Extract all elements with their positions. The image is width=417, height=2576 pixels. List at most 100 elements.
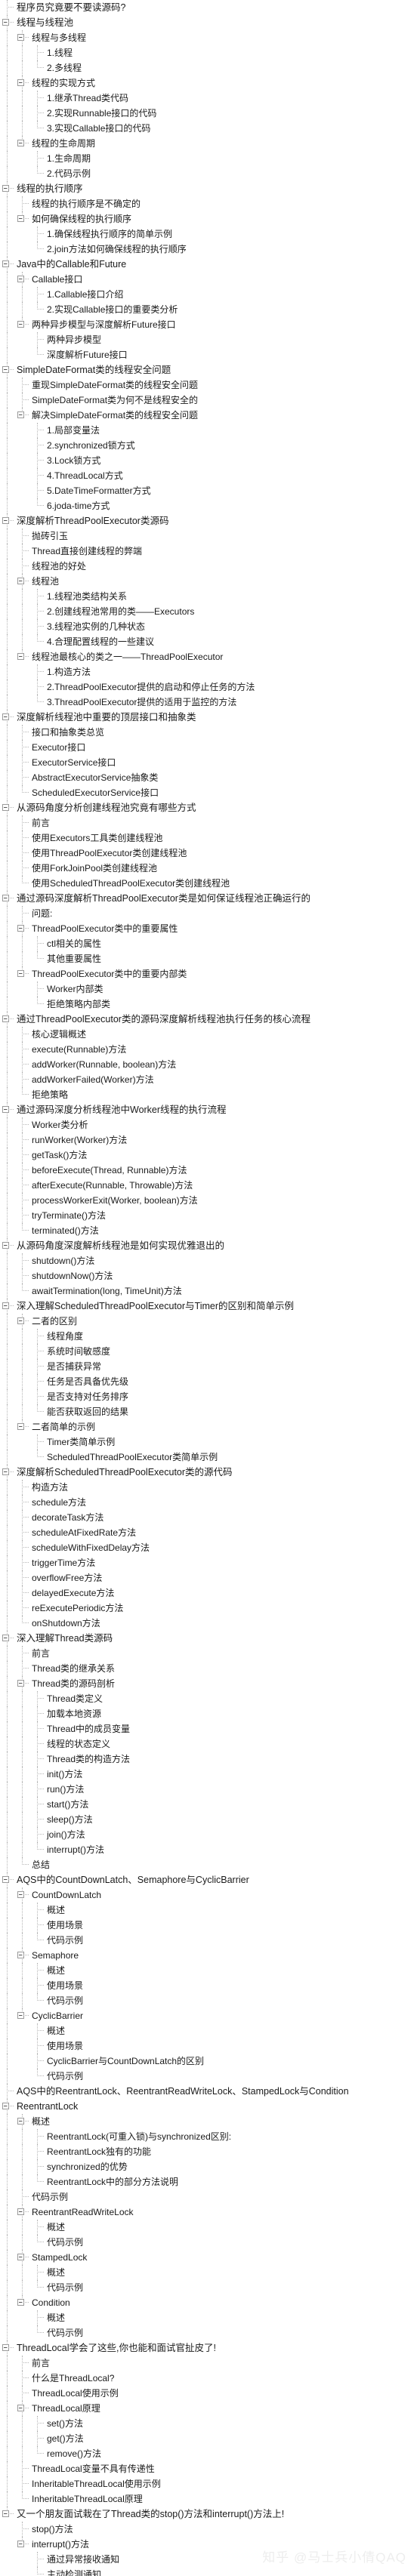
tree-node[interactable]: stop()方法 [0,2522,417,2537]
tree-node[interactable]: overflowFree方法 [0,1570,417,1585]
tree-node[interactable]: join()方法 [0,1827,417,1842]
tree-node[interactable]: processWorkerExit(Worker, boolean)方法 [0,1193,417,1208]
tree-node[interactable]: getTask()方法 [0,1148,417,1163]
tree-node[interactable]: 通过源码深度分析线程池中Worker线程的执行流程 [0,1102,417,1117]
collapse-minus-icon[interactable] [17,2541,24,2547]
tree-node[interactable]: ThreadPoolExecutor类中的重要属性 [0,921,417,936]
tree-node[interactable]: ThreadLocal学会了这些,你也能和面试官扯皮了! [0,2340,417,2356]
tree-node[interactable]: ThreadLocal变量不具有传递性 [0,2461,417,2476]
collapse-minus-icon[interactable] [17,321,24,328]
tree-node[interactable]: 解决SimpleDateFormat类的线程安全问题 [0,408,417,423]
tree-node[interactable]: 又一个朋友面试栽在了Thread类的stop()方法和interrupt()方法… [0,2507,417,2522]
tree-node[interactable]: 概述 [0,2220,417,2235]
collapse-minus-icon[interactable] [17,925,24,932]
tree-node[interactable]: 使用ThreadPoolExecutor类创建线程池 [0,846,417,861]
tree-node[interactable]: 能否获取返回的结果 [0,1404,417,1419]
tree-node[interactable]: 2.synchronized锁方式 [0,438,417,453]
tree-node[interactable]: 线程的生命周期 [0,136,417,151]
tree-node[interactable]: 概述 [0,2023,417,2038]
tree-node[interactable]: 2.创建线程池常用的类——Executors [0,604,417,619]
collapse-minus-icon[interactable] [17,276,24,282]
collapse-minus-icon[interactable] [2,1468,9,1475]
tree-node[interactable]: Semaphore [0,1948,417,1963]
tree-node[interactable]: 1.线程 [0,45,417,60]
tree-node[interactable]: ReentrantReadWriteLock [0,2205,417,2220]
tree-node[interactable]: 从源码角度深度解析线程池是如何实现优雅退出的 [0,1238,417,1253]
tree-node[interactable]: shutdownNow()方法 [0,1268,417,1283]
tree-node[interactable]: 二者简单的示例 [0,1419,417,1434]
tree-node[interactable]: 1.局部变量法 [0,423,417,438]
collapse-minus-icon[interactable] [2,185,9,192]
tree-node[interactable]: 概述 [0,2310,417,2325]
tree-node[interactable]: InheritableThreadLocal使用示例 [0,2476,417,2491]
tree-node[interactable]: 二者的区别 [0,1314,417,1329]
tree-node[interactable]: 概述 [0,1903,417,1918]
collapse-minus-icon[interactable] [17,1891,24,1898]
tree-node[interactable]: 1.构造方法 [0,664,417,679]
collapse-minus-icon[interactable] [2,517,9,524]
collapse-minus-icon[interactable] [17,1317,24,1324]
tree-node[interactable]: 1.继承Thread类代码 [0,91,417,106]
tree-node[interactable]: start()方法 [0,1797,417,1812]
tree-node[interactable]: 拒绝策略 [0,1087,417,1102]
tree-node[interactable]: 代码示例 [0,1933,417,1948]
tree-node[interactable]: ExecutorService接口 [0,755,417,770]
tree-node[interactable]: 概述 [0,2265,417,2280]
tree-node[interactable]: addWorkerFailed(Worker)方法 [0,1072,417,1087]
tree-node[interactable]: 概述 [0,2114,417,2129]
tree-node[interactable]: Thread类的构造方法 [0,1752,417,1767]
tree-node[interactable]: 线程池的好处 [0,559,417,574]
tree-node[interactable]: 拒绝策略内部类 [0,997,417,1012]
tree-node[interactable]: interrupt()方法 [0,2537,417,2552]
tree-node[interactable]: 1.确保线程执行顺序的简单示例 [0,226,417,242]
tree-node[interactable]: ReentrantLock(可重入锁)与synchronized区别: [0,2129,417,2144]
tree-node[interactable]: Worker内部类 [0,981,417,997]
tree-node[interactable]: CyclicBarrier [0,2008,417,2023]
collapse-minus-icon[interactable] [2,895,9,901]
tree-node[interactable]: 深度解析Future接口 [0,347,417,362]
tree-node[interactable]: 代码示例 [0,2280,417,2295]
tree-node[interactable]: runWorker(Worker)方法 [0,1132,417,1148]
tree-node[interactable]: 使用场景 [0,1978,417,1993]
tree-node[interactable]: 线程的执行顺序 [0,181,417,196]
tree-node[interactable]: 深度解析线程池中重要的顶层接口和抽象类 [0,710,417,725]
tree-node[interactable]: triggerTime方法 [0,1555,417,1570]
tree-node[interactable]: SimpleDateFormat类的线程安全问题 [0,362,417,377]
tree-node[interactable]: set()方法 [0,2416,417,2431]
collapse-minus-icon[interactable] [17,2118,24,2125]
collapse-minus-icon[interactable] [17,578,24,584]
tree-node[interactable]: 任务是否具备优先级 [0,1374,417,1389]
tree-node[interactable]: Java中的Callable和Future [0,257,417,272]
tree-node[interactable]: 2.实现Runnable接口的代码 [0,106,417,121]
tree-node[interactable]: Thread直接创建线程的弊端 [0,544,417,559]
tree-node[interactable]: 什么是ThreadLocal? [0,2371,417,2386]
tree-node[interactable]: 深度解析ScheduledThreadPoolExecutor类的源代码 [0,1465,417,1480]
tree-node[interactable]: 3.Lock锁方式 [0,453,417,468]
tree-node[interactable]: 抛砖引玉 [0,528,417,544]
tree-node[interactable]: 2.join方法如何确保线程的执行顺序 [0,242,417,257]
tree-node[interactable]: 深入理解ScheduledThreadPoolExecutor与Timer的区别… [0,1299,417,1314]
tree-node[interactable]: schedule方法 [0,1495,417,1510]
collapse-minus-icon[interactable] [2,366,9,373]
tree-node[interactable]: 3.实现Callable接口的代码 [0,121,417,136]
tree-node[interactable]: Callable接口 [0,272,417,287]
tree-node[interactable]: Timer类简单示例 [0,1434,417,1450]
tree-node[interactable]: 前言 [0,2356,417,2371]
tree-node[interactable]: ctl相关的属性 [0,936,417,951]
collapse-minus-icon[interactable] [17,2254,24,2260]
tree-node[interactable]: 前言 [0,815,417,830]
collapse-minus-icon[interactable] [2,1106,9,1113]
tree-node[interactable]: 两种异步模型与深度解析Future接口 [0,317,417,332]
tree-node[interactable]: 4.ThreadLocal方式 [0,468,417,483]
tree-node[interactable]: InheritableThreadLocal原理 [0,2491,417,2507]
tree-node[interactable]: 1.Callable接口介绍 [0,287,417,302]
tree-node[interactable]: get()方法 [0,2431,417,2446]
collapse-minus-icon[interactable] [17,215,24,222]
tree-node[interactable]: 6.joda-time方式 [0,498,417,513]
collapse-minus-icon[interactable] [17,1423,24,1430]
collapse-minus-icon[interactable] [2,2510,9,2517]
tree-node[interactable]: 从源码角度分析创建线程池究竟有哪些方式 [0,800,417,815]
tree-node[interactable]: 重现SimpleDateFormat类的线程安全问题 [0,377,417,393]
collapse-minus-icon[interactable] [17,34,24,41]
tree-node[interactable]: AQS中的ReentrantLock、ReentrantReadWriteLoc… [0,2084,417,2099]
